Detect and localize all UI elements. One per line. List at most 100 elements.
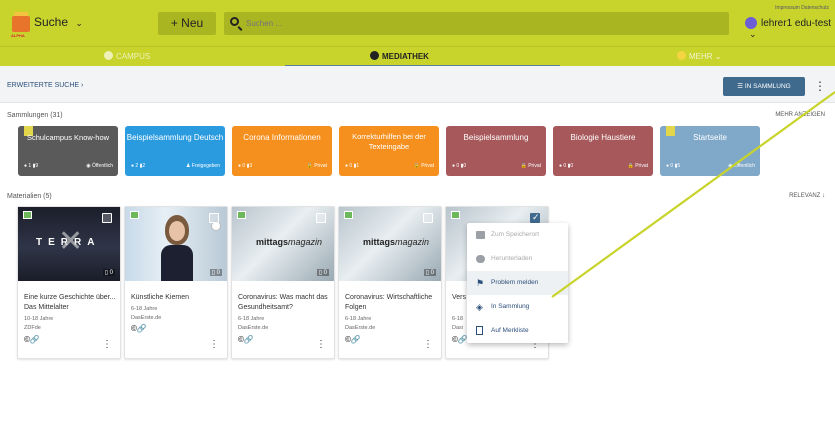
collection-status: ◉ Öffentlich xyxy=(728,163,755,169)
sort-label: RELEVANZ xyxy=(789,193,821,199)
material-card[interactable]: mittagsmagazin ▯ 0 Coronavirus: Wirtscha… xyxy=(338,206,442,359)
tab-label: MEHR xyxy=(689,52,713,61)
source: DasErste.de xyxy=(345,325,376,331)
comment-count: ▯ 0 xyxy=(209,269,222,276)
menu-item-label: Herunterladen xyxy=(491,255,533,262)
menu-item-herunterladen[interactable]: Herunterladen xyxy=(467,247,568,271)
layers-icon: ◈ xyxy=(476,302,483,312)
material-card[interactable]: mittagsmagazin ▯ 0 Coronavirus: Was mach… xyxy=(231,206,335,359)
license-icon: ©🔗 xyxy=(452,335,468,344)
tab-label: CAMPUS xyxy=(116,52,151,61)
video-type-icon xyxy=(451,211,460,219)
check-icon: ✓ xyxy=(532,212,540,222)
collection-counts: ● 2 ▮2 xyxy=(131,163,146,169)
thumb-title: mittagsmagazin xyxy=(256,237,323,247)
collection-title: Schulcampus Know-how xyxy=(26,133,110,142)
collection-title: Corona Informationen xyxy=(243,133,321,142)
top-bar: ALPHA Suche ⌄ + Neu Impressum Datenschut… xyxy=(0,0,835,46)
folder-icon xyxy=(476,231,485,239)
advanced-search-link[interactable]: ERWEITERTE SUCHE › xyxy=(7,82,83,89)
collection-title: Beispielsammlung Deutsch xyxy=(126,133,224,142)
more-options-icon[interactable]: ⋮ xyxy=(423,340,433,350)
license-icon: ©🔗 xyxy=(238,335,254,344)
collection-title: Startseite xyxy=(693,133,727,142)
toolbar: ERWEITERTE SUCHE › ☰ IN SAMMLUNG ⋮ xyxy=(0,66,835,103)
collection-status: ◉ Öffentlich xyxy=(86,163,113,169)
source: DasErste.de xyxy=(131,315,162,321)
collection-card[interactable]: Biologie Haustiere ● 0 ▮0 🔒 Privat xyxy=(553,126,653,176)
age-range: 6-18 Jahre xyxy=(238,316,265,322)
more-options-icon[interactable]: ⋮ xyxy=(316,340,326,350)
source: DasErste.de xyxy=(238,325,269,331)
collection-footer: ● 0 ▮0 🔒 Privat xyxy=(452,163,541,171)
menu-item-zum-speicherort[interactable]: Zum Speicherort xyxy=(467,223,568,247)
collection-footer: ● 0 ▮5 ◉ Öffentlich xyxy=(666,163,755,171)
material-title[interactable]: Coronavirus: Was macht das Gesundheitsam… xyxy=(238,293,330,313)
menu-item-problem-melden[interactable]: ⚑ Problem melden xyxy=(467,271,568,295)
menu-item-auf-merkliste[interactable]: Auf Merkliste xyxy=(467,319,568,343)
select-checkbox[interactable] xyxy=(102,213,112,223)
more-options-icon[interactable]: ⋮ xyxy=(209,340,219,350)
more-options-icon[interactable]: ⋮ xyxy=(814,80,826,92)
show-more-link[interactable]: MEHR ANZEIGEN xyxy=(775,112,825,118)
user-name: lehrer1 edu-test xyxy=(761,18,832,29)
select-checkbox[interactable] xyxy=(209,213,219,223)
collection-counts: ● 0 ▮3 xyxy=(238,163,253,169)
collection-counts: ● 0 ▮5 xyxy=(666,163,681,169)
tab-campus[interactable]: CAMPUS xyxy=(104,47,150,67)
in-collection-button[interactable]: ☰ IN SAMMLUNG xyxy=(723,77,805,96)
age-range: 10-18 Jahre xyxy=(24,316,54,322)
user-menu[interactable]: lehrer1 edu-test ⌄ xyxy=(745,17,835,40)
collection-status: 🔒 Privat xyxy=(627,163,648,169)
collection-card[interactable]: Startseite ● 0 ▮5 ◉ Öffentlich xyxy=(660,126,760,176)
search-icon xyxy=(230,17,239,26)
select-checkbox[interactable]: ✓ xyxy=(530,212,540,223)
chevron-right-icon: › xyxy=(81,82,84,89)
chevron-down-icon: ⌄ xyxy=(749,29,757,39)
collection-card[interactable]: Beispielsammlung ● 0 ▮0 🔒 Privat xyxy=(446,126,546,176)
menu-item-in-sammlung[interactable]: ◈ In Sammlung xyxy=(467,295,568,319)
collection-card[interactable]: Korrekturhilfen bei der Texteingabe ● 0 … xyxy=(339,126,439,176)
material-title[interactable]: Eine kurze Geschichte über... Das Mittel… xyxy=(24,293,116,313)
menu-item-label: Auf Merkliste xyxy=(491,327,529,334)
license-icon: ©🔗 xyxy=(131,324,147,333)
collection-card[interactable]: Beispielsammlung Deutsch ● 2 ▮2 ♟ Freige… xyxy=(125,126,225,176)
smiley-icon xyxy=(677,51,686,60)
select-checkbox[interactable] xyxy=(316,213,326,223)
tab-mehr[interactable]: MEHR ⌄ xyxy=(677,47,722,67)
comment-count: ▯ 0 xyxy=(423,269,436,276)
presenter-image xyxy=(161,215,193,281)
search-box[interactable] xyxy=(224,12,729,35)
collection-card[interactable]: Corona Informationen ● 0 ▮3 🔒 Privat xyxy=(232,126,332,176)
layers-icon: ☰ xyxy=(737,83,744,90)
arrow-down-icon: ↓ xyxy=(822,193,825,199)
app-logo[interactable] xyxy=(12,12,30,32)
impressum-links[interactable]: Impressum Datenschutz xyxy=(775,5,829,11)
material-card[interactable]: TERRA ✕ ▯ 0 Eine kurze Geschichte über..… xyxy=(17,206,121,359)
more-options-icon[interactable]: ⋮ xyxy=(102,340,112,350)
sort-relevance[interactable]: RELEVANZ ↓ xyxy=(789,193,825,199)
source: ZDFde xyxy=(24,325,41,331)
collection-footer: ● 2 ▮2 ♟ Freigegeben xyxy=(131,163,220,171)
collection-title: Biologie Haustiere xyxy=(570,133,636,142)
collection-status: 🔒 Privat xyxy=(520,163,541,169)
tab-mediathek[interactable]: MEDIATHEK xyxy=(370,47,429,67)
collection-counts: ● 1 ▮9 xyxy=(24,163,39,169)
thumb-title: mittagsmagazin xyxy=(363,237,430,247)
collection-card[interactable]: Schulcampus Know-how ● 1 ▮9 ◉ Öffentlich xyxy=(18,126,118,176)
material-title[interactable]: Künstliche Kiemen xyxy=(131,293,223,303)
search-menu-button[interactable]: Suche ⌄ xyxy=(34,15,83,29)
in-collection-label: IN SAMMLUNG xyxy=(744,83,791,90)
select-checkbox[interactable] xyxy=(423,213,433,223)
material-card[interactable]: ▯ 0 Künstliche Kiemen 6-18 Jahre DasErst… xyxy=(124,206,228,359)
tab-label: MEDIATHEK xyxy=(382,52,429,61)
material-title[interactable]: Coronavirus: Wirtschaftliche Folgen xyxy=(345,293,437,313)
cloud-download-icon xyxy=(476,255,485,263)
new-button[interactable]: + Neu xyxy=(158,12,216,35)
search-input[interactable] xyxy=(246,16,546,31)
x-mark-icon: ✕ xyxy=(58,225,84,258)
menu-item-label: Zum Speicherort xyxy=(491,231,540,238)
advanced-search-label: ERWEITERTE SUCHE xyxy=(7,82,80,89)
age-range: 6-18 Jahre xyxy=(345,316,372,322)
menu-item-label: In Sammlung xyxy=(491,303,530,310)
